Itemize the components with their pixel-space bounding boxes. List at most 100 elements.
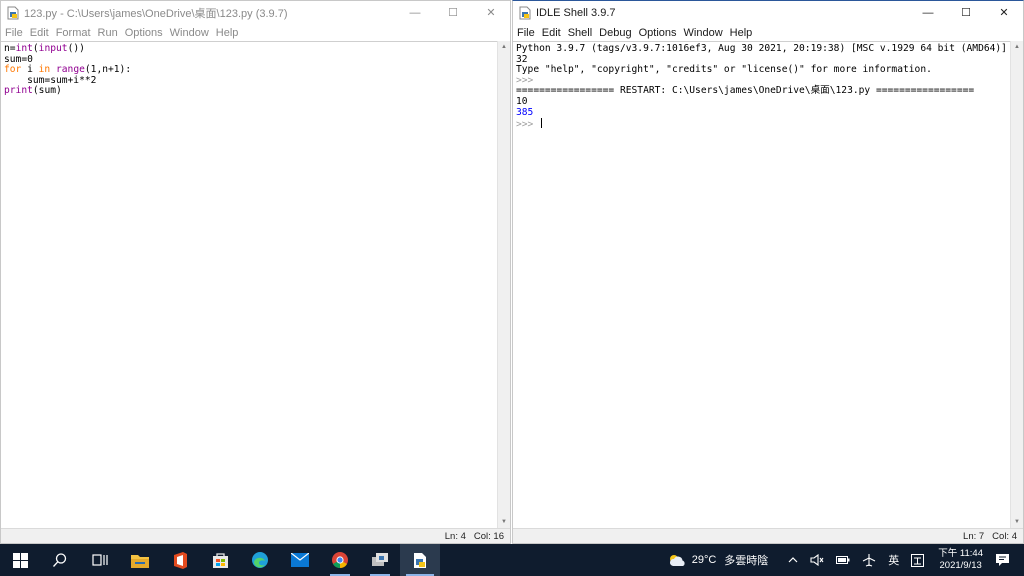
menu-edit[interactable]: Edit — [542, 27, 561, 39]
shell-titlebar[interactable]: IDLE Shell 3.9.7 — ☐ ✕ — [513, 1, 1023, 24]
system-tray: 29°C 多雲時陰 英 下午 11:44 2021/9/13 — [661, 544, 1024, 576]
airplane-mode-button[interactable] — [862, 553, 876, 567]
scroll-up-icon[interactable]: ▲ — [1013, 43, 1021, 51]
shell-console[interactable]: Python 3.9.7 (tags/v3.9.7:1016ef3, Aug 3… — [513, 41, 1010, 528]
search-icon — [53, 553, 67, 567]
taskbar: 29°C 多雲時陰 英 下午 11:44 2021/9/13 — [0, 544, 1024, 576]
shell-title: IDLE Shell 3.9.7 — [536, 6, 616, 19]
ime-options-button[interactable] — [911, 553, 925, 567]
idle-file-icon — [6, 6, 20, 20]
input-method-label: 英 — [888, 555, 900, 567]
ime-pad-icon — [911, 553, 925, 567]
scroll-up-icon[interactable]: ▲ — [500, 43, 508, 51]
close-button[interactable]: ✕ — [472, 1, 510, 24]
volume-button[interactable] — [810, 554, 824, 566]
menu-debug[interactable]: Debug — [599, 27, 631, 39]
maximize-button[interactable]: ☐ — [947, 1, 985, 24]
airplane-icon — [863, 554, 876, 567]
menu-format[interactable]: Format — [56, 27, 91, 39]
code-token: ()) — [67, 43, 85, 54]
menu-shell[interactable]: Shell — [568, 27, 592, 39]
python-app-icon — [372, 553, 388, 566]
edge-icon — [252, 552, 268, 568]
volume-muted-icon — [810, 554, 824, 566]
scroll-down-icon[interactable]: ▼ — [500, 518, 508, 526]
shell-line: Python 3.9.7 (tags/v3.9.7:1016ef3, Aug 3… — [516, 43, 1010, 55]
code-token: (sum) — [32, 85, 62, 97]
idle-taskbar-button[interactable] — [400, 544, 440, 576]
code-token: 10 — [516, 95, 528, 107]
code-token: Type "help", "copyright", "credits" or "… — [516, 64, 932, 76]
shell-window: IDLE Shell 3.9.7 — ☐ ✕ File Edit Shell Debu… — [512, 0, 1024, 544]
vertical-scrollbar[interactable]: ▲ ▼ — [497, 41, 510, 528]
weather-temperature: 29°C — [691, 554, 717, 566]
menu-file[interactable]: File — [517, 27, 535, 39]
code-token: (1,n+1): — [84, 64, 132, 76]
code-token: in — [38, 64, 51, 76]
code-token: range — [56, 64, 85, 76]
maximize-button[interactable]: ☐ — [434, 1, 472, 24]
chrome-icon — [332, 552, 348, 569]
edge-button[interactable] — [240, 544, 280, 576]
status-line: Ln: 7 — [963, 530, 985, 542]
code-token: input — [38, 43, 68, 54]
python-launcher-button[interactable] — [360, 544, 400, 576]
scroll-down-icon[interactable]: ▼ — [1013, 518, 1021, 526]
menu-run[interactable]: Run — [98, 27, 118, 39]
menu-edit[interactable]: Edit — [30, 27, 49, 39]
mail-button[interactable] — [280, 544, 320, 576]
battery-icon — [836, 556, 850, 564]
code-token: for — [4, 64, 22, 76]
code-line: sum=sum+i**2 — [4, 74, 494, 87]
menu-file[interactable]: File — [5, 27, 23, 39]
menu-options[interactable]: Options — [125, 27, 163, 39]
shell-line: Type "help", "copyright", "credits" or "… — [516, 64, 1007, 76]
office-button[interactable] — [160, 544, 200, 576]
chevron-up-icon — [788, 557, 798, 563]
shell-line: ================= RESTART: C:\Users\jame… — [516, 86, 1007, 97]
code-token: 32 — [516, 53, 528, 65]
code-token: n= — [4, 43, 16, 54]
menu-window[interactable]: Window — [170, 27, 209, 39]
menu-window[interactable]: Window — [684, 27, 723, 39]
menu-options[interactable]: Options — [639, 27, 677, 39]
code-token: i — [21, 64, 39, 76]
minimize-button[interactable]: — — [396, 1, 434, 24]
code-editor[interactable]: n=int(input()) sum=0 for i in range(1,n+1)… — [1, 41, 497, 528]
input-method-button[interactable]: 英 — [888, 552, 899, 568]
show-hidden-icons-button[interactable] — [788, 556, 798, 564]
start-button[interactable] — [0, 544, 40, 576]
idle-shell-icon — [518, 6, 532, 20]
chrome-button[interactable] — [320, 544, 360, 576]
weather-description: 多雲時陰 — [724, 555, 769, 567]
task-view-icon — [92, 554, 108, 566]
shell-line: >>> — [516, 118, 1007, 131]
editor-statusbar: Ln: 4 Col: 16 — [1, 528, 510, 543]
status-column: Col: 4 — [992, 530, 1017, 542]
minimize-button[interactable]: — — [909, 1, 947, 24]
mail-icon — [291, 553, 309, 567]
editor-window: 123.py - C:\Users\james\OneDrive\桌面\123.… — [0, 0, 511, 544]
weather-widget[interactable]: 29°C 多雲時陰 — [667, 552, 769, 568]
code-token: Python 3.9.7 (tags/v3.9.7:1016ef3, Aug 3… — [516, 43, 1010, 54]
notification-center-button[interactable] — [995, 553, 1010, 567]
task-view-button[interactable] — [80, 544, 120, 576]
idle-icon — [414, 552, 426, 568]
clock[interactable]: 下午 11:44 2021/9/13 — [938, 548, 983, 572]
code-line: print(sum) — [4, 86, 494, 97]
shell-statusbar: Ln: 7 Col: 4 — [513, 528, 1023, 543]
search-button[interactable] — [40, 544, 80, 576]
status-line: Ln: 4 — [444, 530, 466, 542]
menu-help[interactable]: Help — [216, 27, 239, 39]
store-button[interactable] — [200, 544, 240, 576]
menu-help[interactable]: Help — [730, 27, 753, 39]
code-token: ================= RESTART: C:\Users\jame… — [516, 85, 975, 97]
editor-title: 123.py - C:\Users\james\OneDrive\桌面\123.… — [24, 7, 288, 20]
editor-titlebar[interactable]: 123.py - C:\Users\james\OneDrive\桌面\123.… — [1, 1, 510, 24]
battery-button[interactable] — [836, 555, 850, 565]
code-token: print — [4, 85, 33, 97]
file-explorer-button[interactable] — [120, 544, 160, 576]
close-button[interactable]: ✕ — [985, 1, 1023, 24]
code-token: sum=sum+i**2 — [4, 74, 97, 86]
vertical-scrollbar[interactable]: ▲ ▼ — [1010, 41, 1023, 528]
